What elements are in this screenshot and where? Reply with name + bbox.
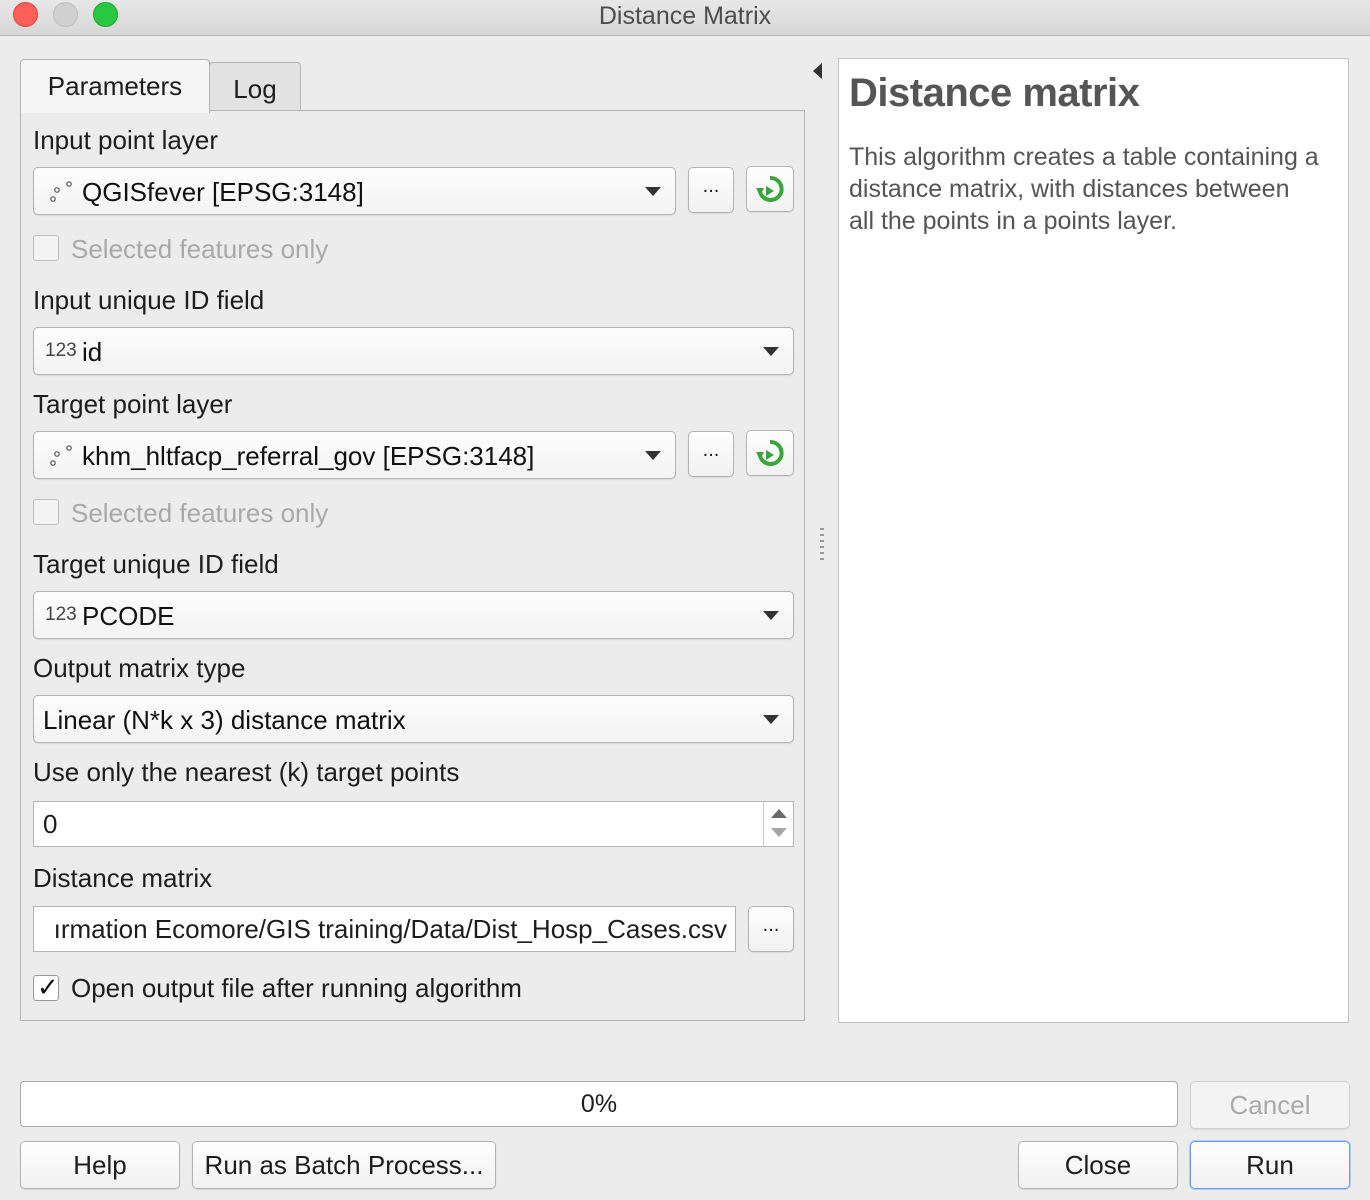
- target-layer-refresh-button[interactable]: [746, 430, 794, 476]
- output-path-value: ırmation Ecomore/GIS training/Data/Dist_…: [53, 914, 727, 944]
- integer-field-icon: 123: [45, 604, 77, 625]
- matrix-type-combo[interactable]: Linear (N*k x 3) distance matrix: [33, 695, 794, 743]
- refresh-layer-icon: [756, 440, 784, 466]
- title-bar: Distance Matrix: [0, 0, 1370, 36]
- input-layer-browse-button[interactable]: ...: [688, 167, 734, 213]
- help-text: This algorithm creates a table containin…: [849, 143, 1319, 235]
- close-button[interactable]: Close: [1018, 1141, 1178, 1189]
- point-layer-icon: [50, 181, 72, 202]
- help-title: Distance matrix: [849, 71, 1140, 115]
- chevron-down-icon: [763, 715, 779, 724]
- checkmark-icon: ✓: [37, 972, 59, 1002]
- spin-arrows[interactable]: [763, 802, 793, 846]
- matrix-type-label: Output matrix type: [33, 653, 246, 683]
- input-layer-label: Input point layer: [33, 125, 219, 155]
- refresh-layer-icon: [756, 176, 784, 202]
- input-id-value: id: [82, 337, 103, 367]
- nearest-label: Use only the nearest (k) target points: [33, 757, 460, 787]
- chevron-down-icon: [645, 187, 661, 196]
- target-layer-label: Target point layer: [33, 389, 233, 419]
- progress-bar: 0%: [20, 1081, 1178, 1127]
- spin-up-icon[interactable]: [771, 809, 787, 818]
- splitter-handle[interactable]: [820, 528, 824, 564]
- cancel-button[interactable]: Cancel: [1190, 1081, 1350, 1129]
- run-batch-button[interactable]: Run as Batch Process...: [192, 1141, 496, 1189]
- run-button[interactable]: Run: [1190, 1141, 1350, 1189]
- tab-parameters[interactable]: Parameters: [20, 59, 210, 113]
- tab-log[interactable]: Log: [209, 62, 301, 114]
- open-output-checkbox[interactable]: ✓: [33, 972, 59, 1002]
- nearest-spinbox[interactable]: 0: [33, 801, 794, 847]
- integer-field-icon: 123: [45, 340, 77, 361]
- input-id-label: Input unique ID field: [33, 285, 265, 315]
- chevron-down-icon: [763, 611, 779, 620]
- output-path-input[interactable]: ırmation Ecomore/GIS training/Data/Dist_…: [33, 906, 736, 952]
- collapse-arrow-icon[interactable]: [813, 63, 822, 79]
- target-layer-value: khm_hltfacp_referral_gov [EPSG:3148]: [82, 441, 535, 471]
- target-id-label: Target unique ID field: [33, 549, 279, 579]
- chevron-down-icon: [763, 347, 779, 356]
- input-layer-refresh-button[interactable]: [746, 166, 794, 212]
- nearest-value: 0: [43, 809, 58, 839]
- window-title: Distance Matrix: [598, 2, 772, 30]
- target-id-combo[interactable]: 123 PCODE: [33, 591, 794, 639]
- point-layer-icon: [50, 445, 72, 466]
- spin-down-icon[interactable]: [771, 828, 787, 837]
- output-label: Distance matrix: [33, 863, 213, 893]
- output-browse-button[interactable]: ...: [748, 906, 794, 952]
- input-selected-only-label: Selected features only: [71, 234, 329, 264]
- target-selected-only-checkbox: [33, 499, 59, 525]
- target-layer-browse-button[interactable]: ...: [688, 431, 734, 477]
- parameters-panel: Input point layer QGISfever [EPSG:3148] …: [20, 110, 805, 1021]
- input-layer-value: QGISfever [EPSG:3148]: [82, 177, 364, 207]
- target-id-value: PCODE: [82, 601, 175, 631]
- chevron-down-icon: [645, 451, 661, 460]
- open-output-label: Open output file after running algorithm: [71, 973, 522, 1003]
- target-selected-only-label: Selected features only: [71, 498, 329, 528]
- input-selected-only-checkbox: [33, 235, 59, 261]
- help-pane: Distance matrix This algorithm creates a…: [838, 58, 1349, 1023]
- target-layer-combo[interactable]: khm_hltfacp_referral_gov [EPSG:3148]: [33, 431, 676, 479]
- input-layer-combo[interactable]: QGISfever [EPSG:3148]: [33, 167, 676, 215]
- input-id-combo[interactable]: 123 id: [33, 327, 794, 375]
- matrix-type-value: Linear (N*k x 3) distance matrix: [43, 705, 406, 735]
- help-button[interactable]: Help: [20, 1141, 180, 1189]
